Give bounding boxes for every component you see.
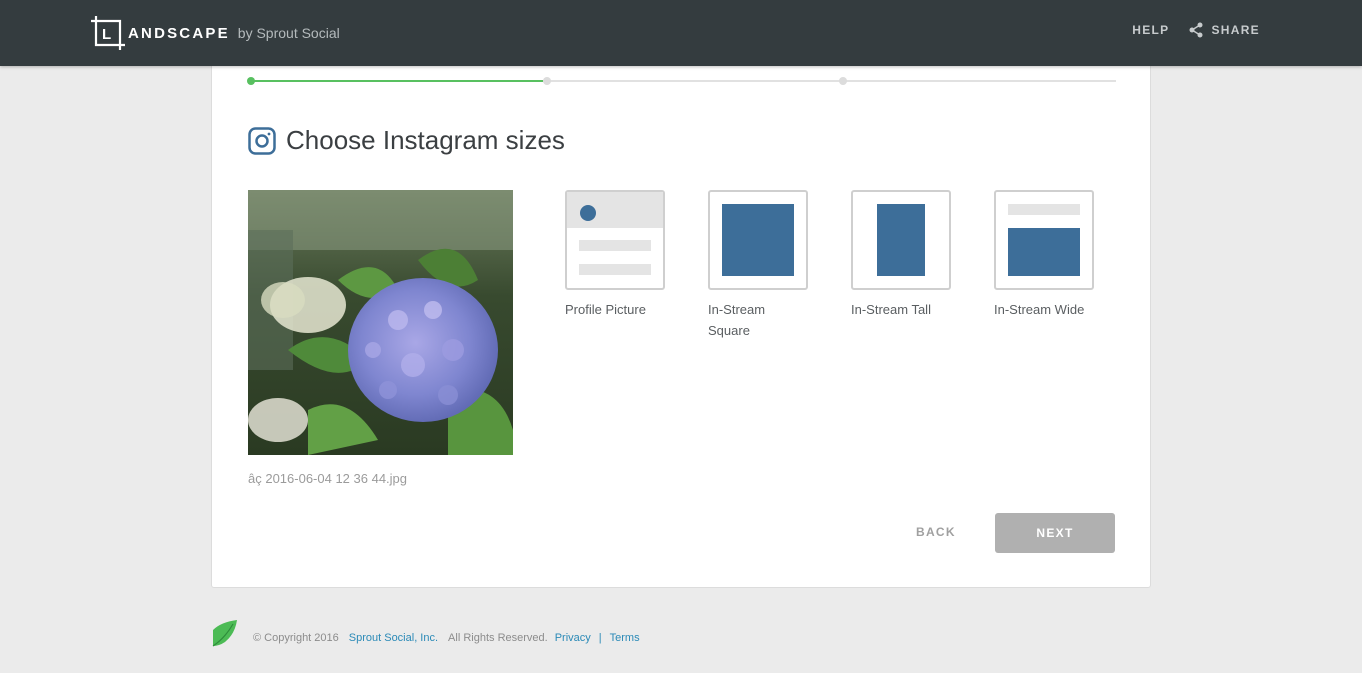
next-button[interactable]: NEXT <box>995 513 1115 553</box>
option-in-stream-wide[interactable]: In-Stream Wide <box>994 190 1114 320</box>
back-button[interactable]: BACK <box>916 525 956 539</box>
company-link[interactable]: Sprout Social, Inc. <box>349 632 438 644</box>
progress-track <box>247 77 1116 85</box>
in-stream-wide-thumbnail[interactable] <box>994 190 1094 290</box>
logo-wordmark: ANDSCAPE <box>128 24 230 42</box>
option-in-stream-square[interactable]: In-Stream Square <box>708 190 828 341</box>
sprout-leaf-icon[interactable] <box>211 620 237 655</box>
option-label: In-Stream Wide <box>994 302 1085 317</box>
share-link[interactable]: SHARE <box>1189 22 1260 38</box>
option-label: Profile Picture <box>565 302 646 317</box>
terms-link[interactable]: Terms <box>610 632 640 644</box>
share-label: SHARE <box>1211 23 1260 37</box>
wizard-card: Choose Instagram sizes âç 2016-06-04 12 … <box>211 50 1151 588</box>
page-footer: © Copyright 2016 Sprout Social, Inc. All… <box>211 620 640 655</box>
progress-fill <box>248 80 544 82</box>
progress-step-2 <box>543 77 551 85</box>
photo-filename: âç 2016-06-04 12 36 44.jpg <box>248 471 408 486</box>
header-nav: HELP SHARE <box>1132 22 1260 38</box>
uploaded-photo <box>248 190 513 455</box>
in-stream-tall-thumbnail[interactable] <box>851 190 951 290</box>
page-heading: Choose Instagram sizes <box>248 125 565 156</box>
avatar-dot-icon <box>580 205 596 221</box>
option-in-stream-tall[interactable]: In-Stream Tall <box>851 190 971 320</box>
option-label: In-Stream Tall <box>851 302 931 317</box>
share-icon <box>1189 22 1203 38</box>
logo-byline: by Sprout Social <box>237 25 340 41</box>
svg-text:L: L <box>102 26 111 43</box>
option-label: In-Stream Square <box>708 302 766 338</box>
page-title: Choose Instagram sizes <box>286 125 565 155</box>
crop-logo-icon: L <box>90 15 126 51</box>
app-header: L ANDSCAPE by Sprout Social HELP SHARE <box>0 0 1362 66</box>
profile-picture-thumbnail[interactable] <box>565 190 665 290</box>
help-link[interactable]: HELP <box>1132 23 1169 37</box>
landscape-logo[interactable]: L ANDSCAPE by Sprout Social <box>90 14 340 52</box>
in-stream-square-thumbnail[interactable] <box>708 190 808 290</box>
instagram-icon <box>248 126 276 155</box>
rights-text: All Rights Reserved. <box>448 631 548 644</box>
footer-separator: | <box>598 631 602 644</box>
option-profile-picture[interactable]: Profile Picture <box>565 190 685 320</box>
privacy-link[interactable]: Privacy <box>555 632 591 644</box>
progress-step-3 <box>839 77 847 85</box>
copyright-text: © Copyright 2016 <box>253 631 339 644</box>
progress-step-1 <box>247 77 255 85</box>
